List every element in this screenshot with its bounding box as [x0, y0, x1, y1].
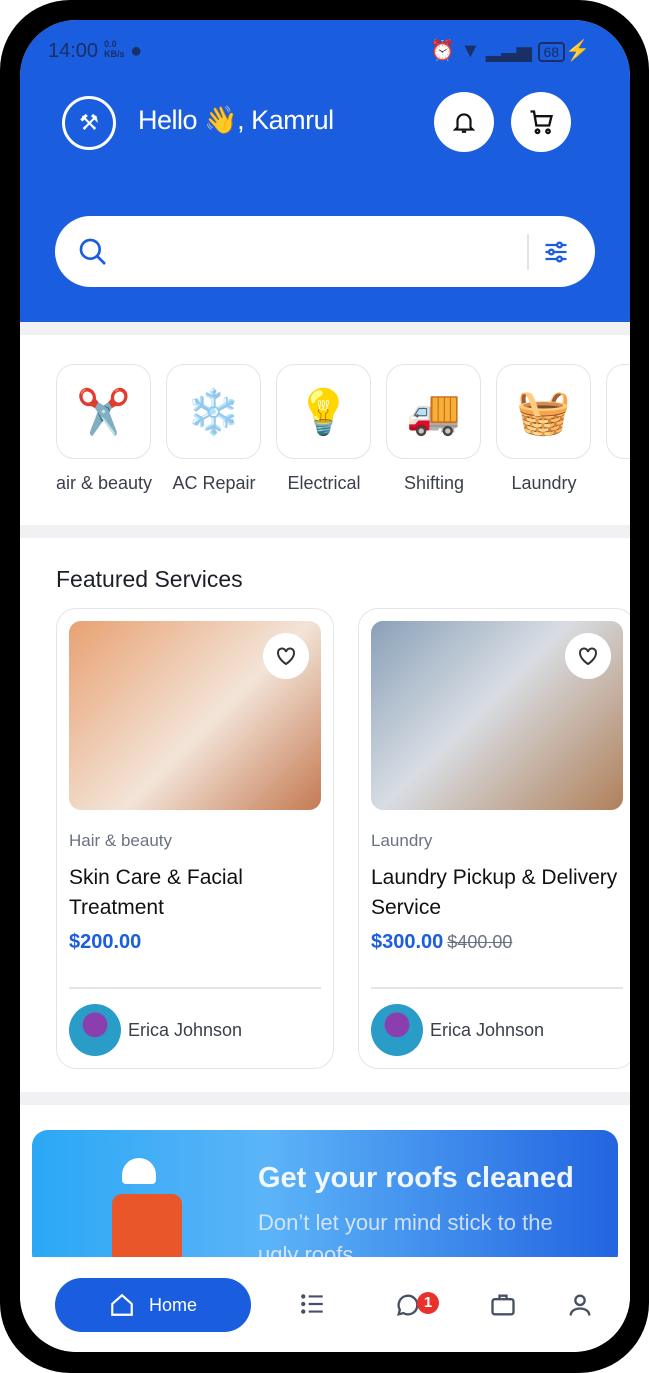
section-title: Featured Services — [56, 566, 243, 592]
net-speed: 0.0 — [104, 38, 117, 49]
category-icon: 🚚 — [406, 387, 461, 437]
old-price: $400.00 — [447, 932, 513, 952]
home-icon — [111, 1293, 133, 1316]
category-label: Laundry — [511, 473, 577, 493]
nav-home-label: Home — [148, 1294, 197, 1315]
category-tile[interactable]: 🧺 — [496, 364, 591, 459]
category-label: Shifting — [403, 473, 465, 493]
bell-icon — [452, 113, 476, 133]
category-label: AC Repair — [172, 473, 256, 493]
service-category: Hair & beauty — [69, 831, 172, 850]
promo-banner[interactable]: Get your roofs cleaned Don’t let your mi… — [32, 1130, 618, 1270]
profile-icon[interactable] — [566, 1291, 594, 1319]
category-tile[interactable]: 🔧 — [606, 364, 630, 459]
category-icon: ✂️ — [76, 387, 131, 437]
net-unit: KB/s — [104, 48, 125, 59]
bottom-nav: Home — [20, 1257, 630, 1352]
divider — [69, 987, 321, 989]
app-logo: ⚒ — [62, 96, 116, 150]
divider — [371, 987, 623, 989]
heart-icon — [579, 647, 597, 666]
category-tile[interactable]: 🚚 — [386, 364, 481, 459]
category-label: Pl — [599, 473, 630, 494]
banner-title: Get your roofs cleaned — [258, 1162, 574, 1194]
filter-icon[interactable] — [541, 238, 571, 266]
service-price: $300.00 — [371, 931, 444, 953]
signal-icon: ▂▃▅ — [485, 40, 532, 62]
categories-section: ✂️ air & beauty ❄️ AC Repair 💡 Electrical 🚚 Shi… — [20, 335, 630, 525]
category-icon: 💡 — [296, 387, 351, 437]
category-tile[interactable]: ❄️ — [166, 364, 261, 459]
provider-name: Erica Johnson — [128, 1020, 243, 1040]
battery-icon: 68 — [537, 42, 566, 62]
service-name: Laundry Pickup & Delivery Service — [371, 866, 618, 919]
category-label: air & beauty — [55, 473, 153, 493]
cart-icon — [530, 110, 553, 135]
provider-name: Erica Johnson — [430, 1020, 545, 1040]
briefcase-icon[interactable] — [489, 1291, 517, 1319]
status-bar: 14:00 0.0 KB/s ● ⏰ ▼ ▂▃▅ 68 ⚡ — [48, 38, 590, 62]
service-category: Laundry — [371, 831, 433, 850]
service-name: Skin Care & Facial Treatment — [69, 866, 243, 919]
heart-icon — [277, 647, 295, 666]
category-tile[interactable]: 💡 — [276, 364, 371, 459]
nav-home[interactable]: Home — [55, 1278, 251, 1332]
favorite-button[interactable] — [565, 633, 611, 679]
service-price: $200.00 — [69, 931, 142, 953]
favorite-button[interactable] — [263, 633, 309, 679]
messenger-icon: ● — [130, 39, 143, 62]
list-icon[interactable] — [300, 1291, 326, 1317]
wifi-icon: ▼ — [460, 40, 481, 62]
cart-button[interactable] — [511, 92, 571, 152]
service-card[interactable]: Laundry Laundry Pickup & Delivery Servic… — [358, 608, 630, 1069]
chat-badge: 1 — [417, 1292, 439, 1314]
search-input[interactable] — [135, 231, 495, 271]
avatar — [371, 1004, 423, 1056]
search-icon — [79, 238, 106, 265]
search-bar — [55, 216, 595, 287]
search-divider — [527, 234, 529, 270]
category-icon: ❄️ — [186, 387, 241, 437]
notification-button[interactable] — [434, 92, 494, 152]
category-icon: 🔧 — [626, 386, 630, 438]
category-icon: 🧺 — [516, 387, 571, 437]
category-label: Electrical — [287, 473, 361, 493]
screen: 14:00 0.0 KB/s ● ⏰ ▼ ▂▃▅ 68 ⚡ ⚒ Hello 👋, Ka… — [20, 20, 630, 1352]
alarm-icon: ⏰ — [429, 40, 455, 62]
status-time: 14:00 — [48, 39, 99, 62]
category-tile[interactable]: ✂️ — [56, 364, 151, 459]
header: 14:00 0.0 KB/s ● ⏰ ▼ ▂▃▅ 68 ⚡ ⚒ Hello 👋, Ka… — [20, 20, 630, 322]
featured-section: Featured Services Hair & beauty Skin Car… — [20, 538, 630, 1092]
avatar — [69, 1004, 121, 1056]
service-card[interactable]: Hair & beauty Skin Care & Facial Treatme… — [56, 608, 334, 1069]
greeting: Hello 👋, Kamrul — [138, 105, 334, 135]
worker-image — [112, 1158, 202, 1270]
